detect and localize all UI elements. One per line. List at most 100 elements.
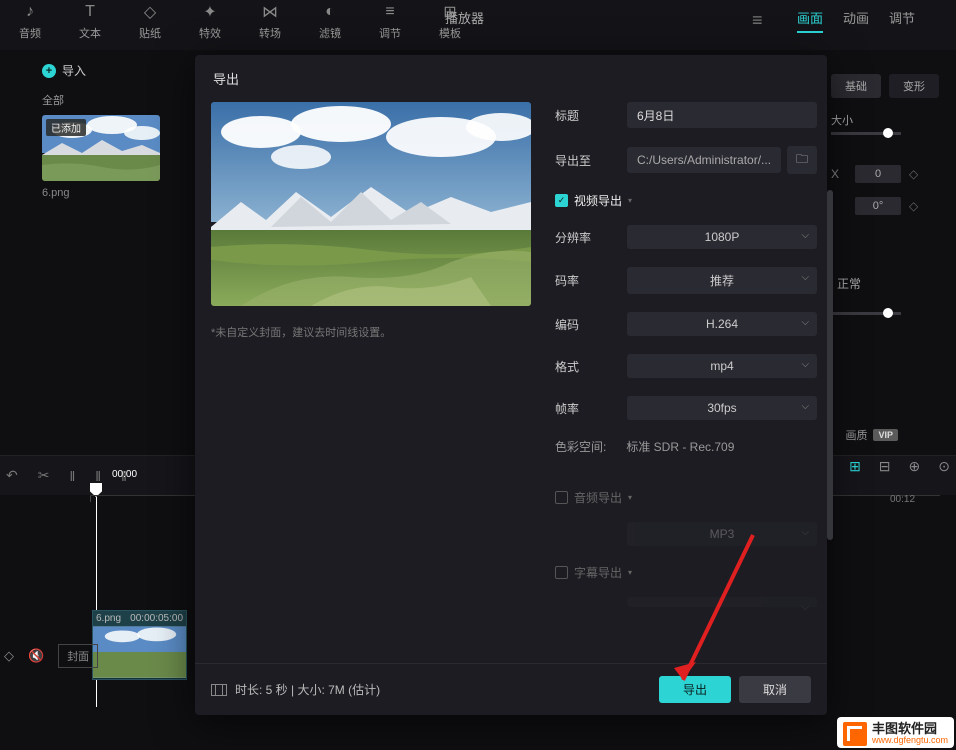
resolution-select[interactable]: 1080P	[627, 225, 817, 249]
tab-canvas[interactable]: 画面	[797, 8, 823, 33]
browse-folder-button[interactable]: 🗀	[787, 146, 817, 174]
playhead-time: 00:00	[112, 469, 137, 480]
import-button[interactable]: + 导入	[42, 62, 86, 79]
video-export-section[interactable]: ✓ 视频导出 ▾	[555, 192, 817, 209]
x-stepper[interactable]: ◇	[909, 167, 923, 181]
export-dialog: 导出	[195, 55, 827, 715]
watermark-logo-icon	[843, 722, 867, 746]
chevron-down-icon: ▾	[628, 568, 632, 577]
tool-effect[interactable]: ✦特效	[180, 0, 240, 41]
watermark-url: www.dgfengtu.com	[872, 736, 948, 746]
ruler-tick-label: 00:12	[890, 494, 915, 505]
audio-export-checkbox[interactable]	[555, 491, 568, 504]
watermark: 丰图软件园 www.dgfengtu.com	[837, 717, 954, 748]
media-thumb[interactable]: 已添加 6.png	[42, 115, 160, 199]
tool-filter[interactable]: ◐滤镜	[300, 0, 360, 41]
text-icon: T	[60, 2, 120, 22]
cancel-button[interactable]: 取消	[739, 676, 811, 703]
timeline-clip[interactable]: 6.png 00:00:05:00	[92, 610, 187, 680]
path-display: C:/Users/Administrator/...	[627, 147, 781, 173]
folder-icon: 🗀	[796, 150, 808, 171]
filter-icon: ◐	[300, 2, 360, 22]
tool-text[interactable]: T文本	[60, 0, 120, 41]
tab-adjust[interactable]: 调节	[889, 8, 915, 33]
encoding-select[interactable]: H.264	[627, 312, 817, 336]
x-value[interactable]: 0	[855, 165, 901, 183]
timeline-right-icons: ⊞ ⊟ ⊕ ⊙	[849, 458, 950, 475]
audio-format-select: MP3	[627, 522, 817, 546]
track-icon-1[interactable]: ⊞	[849, 458, 861, 475]
resolution-label: 分辨率	[555, 229, 627, 246]
clip-thumbnail	[93, 626, 186, 678]
track-icon-2[interactable]: ⊟	[879, 458, 891, 475]
sticker-icon: ◇	[120, 2, 180, 22]
dialog-title: 导出	[195, 55, 827, 102]
effect-icon: ✦	[180, 2, 240, 22]
player-label: 播放器	[445, 8, 484, 27]
added-badge: 已添加	[46, 119, 86, 136]
size-label: 大小	[831, 112, 946, 128]
duration-info: 时长: 5 秒 | 大小: 7M (估计)	[211, 681, 380, 698]
format-select[interactable]: mp4	[627, 354, 817, 378]
chevron-down-icon: ▾	[628, 196, 632, 205]
mute-icon[interactable]: 🔇	[28, 648, 44, 664]
subtitle-export-checkbox[interactable]	[555, 566, 568, 579]
size-slider[interactable]	[831, 132, 901, 135]
watermark-title: 丰图软件园	[872, 722, 948, 736]
format-label: 格式	[555, 358, 627, 375]
clip-name: 6.png	[96, 613, 121, 624]
subtitle-select	[627, 597, 817, 607]
tool-transition[interactable]: ⋈转场	[240, 0, 300, 41]
title-label: 标题	[555, 107, 627, 124]
blend-value[interactable]: 正常	[837, 275, 861, 292]
deform-button[interactable]: 变形	[889, 74, 939, 98]
fps-label: 帧率	[555, 400, 627, 417]
audio-icon: ♪	[0, 2, 60, 22]
export-button[interactable]: 导出	[659, 676, 731, 703]
colorspace-label: 色彩空间:	[555, 438, 623, 455]
chevron-down-icon: ▾	[628, 493, 632, 502]
subtitle-export-section[interactable]: 字幕导出 ▾	[555, 564, 817, 581]
rot-stepper[interactable]: ◇	[909, 199, 923, 213]
player-menu-icon[interactable]: ≡	[752, 10, 763, 31]
lock-icon[interactable]: ◇	[4, 648, 14, 664]
basic-button[interactable]: 基础	[831, 74, 881, 98]
cover-button[interactable]: 封面	[58, 644, 98, 668]
x-label: X	[831, 167, 847, 181]
quality-badge: 画质 VIP	[845, 427, 898, 443]
tool-adjust[interactable]: ≡调节	[360, 0, 420, 41]
all-label[interactable]: 全部	[42, 92, 64, 108]
right-panel: 基础变形 大小 X0 ◇ 0° ◇ 正常	[821, 50, 956, 325]
form-scrollbar[interactable]	[827, 190, 833, 540]
film-icon	[211, 684, 227, 696]
encoding-label: 编码	[555, 316, 627, 333]
bitrate-select[interactable]: 推荐	[627, 267, 817, 294]
track-icon-4[interactable]: ⊙	[938, 458, 950, 475]
track-controls: ◇ 🔇 封面	[4, 644, 98, 668]
cut-icon[interactable]: ✂	[38, 467, 50, 484]
plus-icon: +	[42, 64, 56, 78]
clip-duration: 00:00:05:00	[130, 613, 183, 624]
colorspace-value: 标准 SDR - Rec.709	[626, 440, 734, 454]
bitrate-label: 码率	[555, 272, 627, 289]
audio-export-section[interactable]: 音频导出 ▾	[555, 489, 817, 506]
preview-note: *未自定义封面，建议去时间线设置。	[211, 324, 531, 340]
media-caption: 6.png	[42, 187, 160, 199]
fps-select[interactable]: 30fps	[627, 396, 817, 420]
track-icon-3[interactable]: ⊕	[909, 458, 921, 475]
opacity-slider[interactable]	[831, 312, 901, 315]
split-left-icon[interactable]: ‖	[69, 468, 75, 484]
preview-thumbnail	[211, 102, 531, 306]
right-tabs: 画面 动画 调节	[783, 8, 956, 33]
rotation-value[interactable]: 0°	[855, 197, 901, 215]
title-input[interactable]	[627, 102, 817, 128]
undo-icon[interactable]: ↶	[6, 467, 18, 484]
vip-badge: VIP	[873, 429, 898, 441]
video-export-checkbox[interactable]: ✓	[555, 194, 568, 207]
transition-icon: ⋈	[240, 2, 300, 22]
split-mid-icon[interactable]: ‖	[95, 468, 101, 484]
tool-audio[interactable]: ♪音频	[0, 0, 60, 41]
tab-animation[interactable]: 动画	[843, 8, 869, 33]
tool-sticker[interactable]: ◇贴纸	[120, 0, 180, 41]
path-label: 导出至	[555, 152, 627, 169]
